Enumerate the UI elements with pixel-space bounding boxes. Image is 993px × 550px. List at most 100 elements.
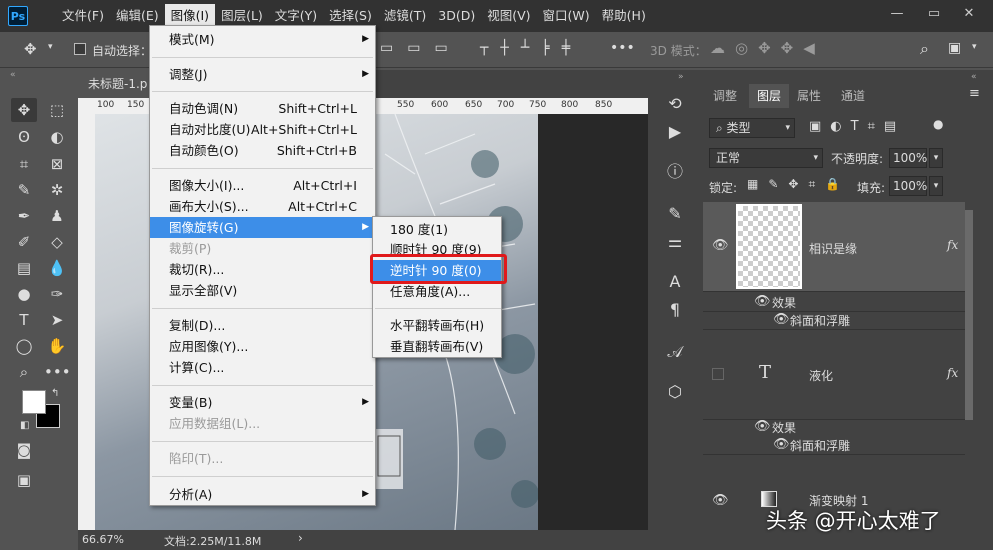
filter-type-icons[interactable]: ▣◐T⌗▤ xyxy=(809,119,905,134)
blur-tool-icon[interactable]: 💧 xyxy=(44,256,70,280)
tab-layers[interactable]: 图层 xyxy=(749,84,790,108)
tab-properties[interactable]: 属性 xyxy=(797,84,821,108)
fx-icon[interactable]: fx xyxy=(947,366,958,380)
close-button[interactable]: ✕ xyxy=(958,6,980,26)
menu-item-flip-horizontal[interactable]: 水平翻转画布(H) xyxy=(373,315,501,336)
menu-item-analysis[interactable]: 分析(A) ▶ xyxy=(150,484,375,505)
collapse-icon[interactable]: « xyxy=(10,70,16,80)
move-tool-icon[interactable]: ✥ xyxy=(24,40,37,58)
menu-help[interactable]: 帮助(H) xyxy=(596,4,652,28)
menu-filter[interactable]: 滤镜(T) xyxy=(378,4,432,28)
fill-chevron-icon[interactable]: ▾ xyxy=(929,176,943,196)
menu-item-duplicate[interactable]: 复制(D)... xyxy=(150,315,375,336)
menu-view[interactable]: 视图(V) xyxy=(481,4,536,28)
marquee-tool-icon[interactable]: ⬚ xyxy=(44,98,70,122)
healing-tool-icon[interactable]: ✲ xyxy=(44,178,70,202)
lock-icons[interactable]: ▦✎✥⌗🔒 xyxy=(747,177,850,192)
3d-mode-icons[interactable]: ☁◎✥✥◀ xyxy=(710,39,825,57)
actions-panel-icon[interactable]: ▶ xyxy=(662,120,688,144)
effect-row[interactable]: 👁 斜面和浮雕 xyxy=(703,437,965,455)
menu-3d[interactable]: 3D(D) xyxy=(432,4,481,28)
crop-tool-icon[interactable]: ⌗ xyxy=(11,152,37,176)
expand-icon[interactable]: » xyxy=(678,72,684,82)
eye-icon[interactable]: 👁 xyxy=(754,419,771,434)
eraser-tool-icon[interactable]: ◇ xyxy=(44,230,70,254)
zoom-level[interactable]: 66.67% xyxy=(82,533,124,546)
menu-item-canvas-size[interactable]: 画布大小(S)... Alt+Ctrl+C xyxy=(150,196,375,217)
brush-tool-icon[interactable]: ✒ xyxy=(11,204,37,228)
menu-item-reveal-all[interactable]: 显示全部(V) xyxy=(150,280,375,301)
quick-mask-icon[interactable]: ◙ xyxy=(11,438,37,462)
brush-settings-icon[interactable]: ✎ xyxy=(662,202,688,226)
tab-adjustments[interactable]: 调整 xyxy=(713,84,737,108)
minimize-button[interactable]: — xyxy=(886,6,908,26)
menu-item-mode[interactable]: 模式(M) ▶ xyxy=(150,29,375,50)
lasso-tool-icon[interactable]: ʘ xyxy=(11,125,37,149)
effects-row[interactable]: 👁 效果 xyxy=(703,292,965,312)
eye-icon[interactable]: 👁 xyxy=(712,238,729,253)
chevron-down-icon[interactable]: ▾ xyxy=(48,42,53,52)
tab-channels[interactable]: 通道 xyxy=(841,84,865,108)
character-panel-icon[interactable]: A xyxy=(662,270,688,294)
menu-item-calculations[interactable]: 计算(C)... xyxy=(150,357,375,378)
layer-row[interactable]: 👁 相识是缘 fx xyxy=(703,202,965,292)
align-icons[interactable]: ▭▭▭ xyxy=(380,40,462,56)
layer-name[interactable]: 相识是缘 xyxy=(809,240,857,257)
screen-mode-icon[interactable]: ▣ xyxy=(11,468,37,492)
frame-tool-icon[interactable]: ⊠ xyxy=(44,152,70,176)
swap-colors-icon[interactable]: ↰ xyxy=(51,388,59,399)
more-tools-icon[interactable]: ••• xyxy=(44,360,71,384)
menu-item-adjustments[interactable]: 调整(J) ▶ xyxy=(150,64,375,85)
info-panel-icon[interactable]: ⓘ xyxy=(662,160,688,184)
menu-item-variables[interactable]: 变量(B) ▶ xyxy=(150,392,375,413)
move-tool-icon[interactable]: ✥ xyxy=(11,98,37,122)
menu-file[interactable]: 文件(F) xyxy=(56,4,110,28)
effects-row[interactable]: 👁 效果 xyxy=(703,417,965,437)
layer-row[interactable]: T 液化 fx xyxy=(703,330,965,420)
foreground-color-swatch[interactable] xyxy=(22,390,46,414)
panel-menu-icon[interactable]: ≡ xyxy=(969,86,980,101)
menu-window[interactable]: 窗口(W) xyxy=(537,4,596,28)
dodge-tool-icon[interactable]: ● xyxy=(11,282,37,306)
pen-tool-icon[interactable]: ✑ xyxy=(44,282,70,306)
menu-item-trim[interactable]: 裁切(R)... xyxy=(150,259,375,280)
document-tab[interactable]: 未标题-1.p xyxy=(78,70,152,98)
visibility-toggle[interactable] xyxy=(712,368,724,380)
menu-item-apply-image[interactable]: 应用图像(Y)... xyxy=(150,336,375,357)
eye-icon[interactable]: 👁 xyxy=(754,294,771,309)
menu-item-auto-tone[interactable]: 自动色调(N) Shift+Ctrl+L xyxy=(150,98,375,119)
eye-icon[interactable]: 👁 xyxy=(712,493,729,508)
history-brush-tool-icon[interactable]: ✐ xyxy=(11,230,37,254)
panel-scrollbar[interactable] xyxy=(965,210,973,420)
fx-icon[interactable]: fx xyxy=(947,238,958,252)
menu-item-auto-contrast[interactable]: 自动对比度(U) Alt+Shift+Ctrl+L xyxy=(150,119,375,140)
3d-panel-icon[interactable]: ⬡ xyxy=(662,380,688,404)
default-colors-icon[interactable]: ◧ xyxy=(20,420,29,431)
eye-icon[interactable]: 👁 xyxy=(773,312,790,327)
eyedropper-tool-icon[interactable]: ✎ xyxy=(11,178,37,202)
type-tool-icon[interactable]: T xyxy=(11,308,37,332)
glyphs-panel-icon[interactable]: 𝒜 xyxy=(662,340,688,364)
menu-item-image-size[interactable]: 图像大小(I)... Alt+Ctrl+I xyxy=(150,175,375,196)
menu-item-rotate-180[interactable]: 180 度(1) xyxy=(373,219,501,240)
eye-icon[interactable]: 👁 xyxy=(773,437,790,452)
filter-toggle-icon[interactable]: ● xyxy=(933,117,943,131)
menu-item-image-rotation[interactable]: 图像旋转(G) ▶ xyxy=(150,217,375,238)
more-options-icon[interactable]: ••• xyxy=(610,40,635,56)
quick-select-tool-icon[interactable]: ◐ xyxy=(44,125,70,149)
history-panel-icon[interactable]: ⟲ xyxy=(662,92,688,116)
opacity-chevron-icon[interactable]: ▾ xyxy=(929,148,943,168)
ellipse-tool-icon[interactable]: ◯ xyxy=(11,334,37,358)
menu-item-flip-vertical[interactable]: 垂直翻转画布(V) xyxy=(373,336,501,357)
adjustments-icon[interactable]: ⚌ xyxy=(662,230,688,254)
stamp-tool-icon[interactable]: ♟ xyxy=(44,204,70,228)
search-icon[interactable]: ⌕ xyxy=(920,39,929,59)
workspace-icon[interactable]: ▣ xyxy=(948,40,961,56)
restore-button[interactable]: ▭ xyxy=(923,6,945,26)
effect-row[interactable]: 👁 斜面和浮雕 xyxy=(703,312,965,330)
zoom-tool-icon[interactable]: ⌕ xyxy=(11,360,37,384)
gradient-tool-icon[interactable]: ▤ xyxy=(11,256,37,280)
distribute-icons[interactable]: ┬┼┴╞╪ xyxy=(480,40,582,56)
menu-item-arbitrary-angle[interactable]: 任意角度(A)... xyxy=(373,281,501,302)
status-arrow-icon[interactable]: › xyxy=(298,531,303,545)
